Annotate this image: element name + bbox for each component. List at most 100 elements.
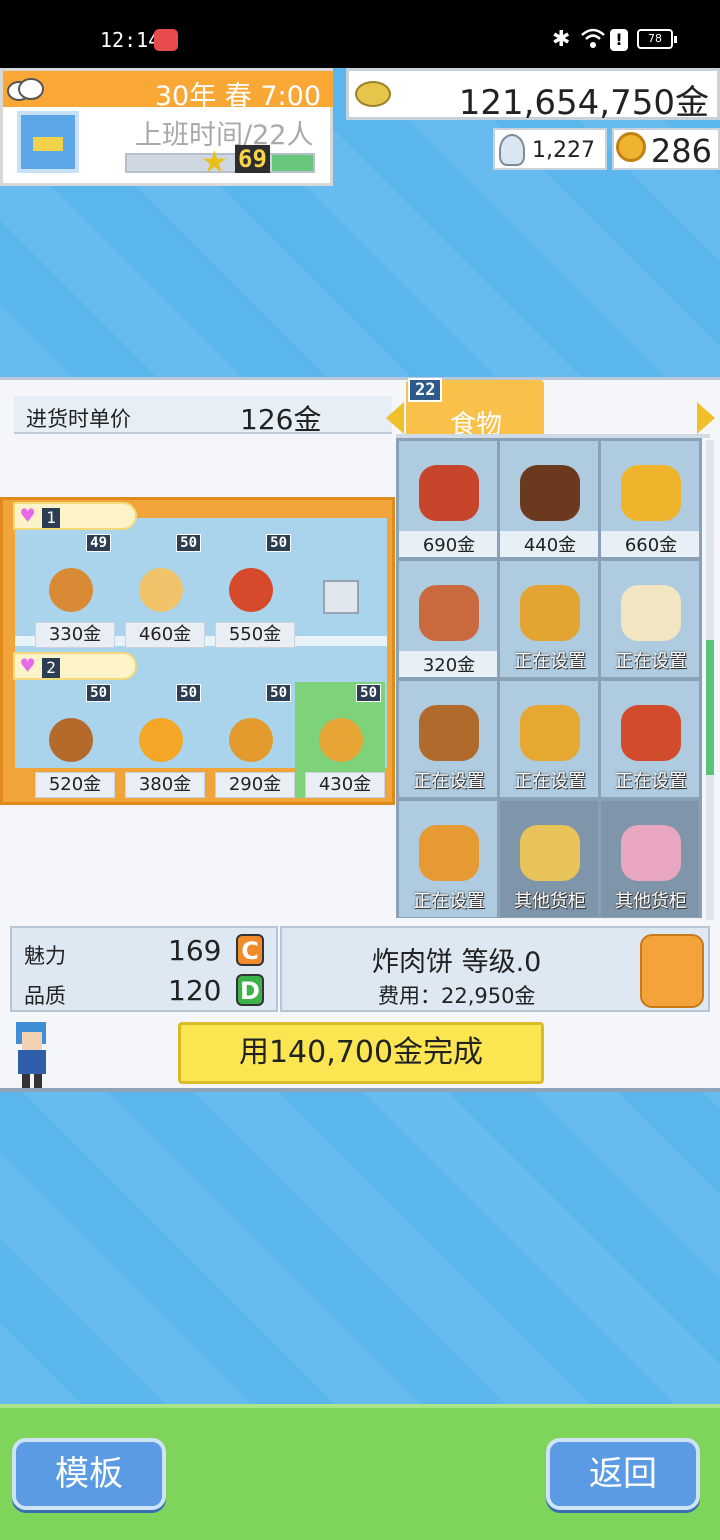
goods-item[interactable]: 正在设置 bbox=[600, 680, 700, 798]
goods-item[interactable]: 正在设置 bbox=[398, 680, 498, 798]
money-panel: 121,654,750金 bbox=[346, 68, 720, 123]
goods-label: 正在设置 bbox=[514, 771, 586, 792]
goods-label: 正在设置 bbox=[413, 891, 485, 912]
goods-item[interactable]: 正在设置 bbox=[398, 800, 498, 918]
unit-price-value: 126金 bbox=[240, 403, 322, 436]
snack-box-icon bbox=[621, 825, 681, 881]
quality-value: 120 bbox=[168, 974, 222, 1007]
quality-grade-badge: D bbox=[236, 974, 264, 1006]
goods-item[interactable]: 其他货柜 bbox=[600, 800, 700, 918]
store-level: 69 bbox=[235, 145, 270, 173]
goods-item[interactable]: 正在设置 bbox=[600, 560, 700, 678]
unit-price-bar: 进货时单价 126金 bbox=[14, 396, 392, 436]
display-shelf: ♥1 ♥2 49 330金 50 460金 50 550金 50 520金 bbox=[0, 497, 395, 805]
croquette-icon bbox=[229, 718, 273, 762]
battery-icon: 78 bbox=[637, 29, 677, 49]
research-points-panel: 1,227 bbox=[493, 128, 607, 170]
goods-label: 660金 bbox=[601, 531, 699, 557]
slot-price: 430金 bbox=[305, 772, 385, 798]
research-points-value: 1,227 bbox=[532, 138, 595, 163]
app-notification-icon bbox=[154, 29, 178, 51]
game-date: 30年 春 7:00 bbox=[154, 81, 321, 112]
spring-roll-icon bbox=[419, 705, 479, 761]
clerk-character-icon bbox=[16, 1022, 46, 1088]
fried-chicken-bucket-icon bbox=[621, 705, 681, 761]
store-info-panel[interactable]: 30年 春 7:00 上班时间/22人 ★ 69 bbox=[0, 68, 333, 186]
slot-price: 330金 bbox=[35, 622, 115, 648]
template-button[interactable]: 模板 bbox=[12, 1438, 166, 1510]
tab-category[interactable]: 22 食物 bbox=[406, 378, 544, 440]
shelf-slot[interactable]: 50 290金 bbox=[205, 682, 295, 798]
slot-price: 460金 bbox=[125, 622, 205, 648]
yakisoba-icon bbox=[419, 465, 479, 521]
slot-price: 550金 bbox=[215, 622, 295, 648]
shelf-slot[interactable]: 49 330金 bbox=[25, 532, 115, 648]
slot-stock: 50 bbox=[176, 684, 201, 702]
shelf-slot[interactable]: 50 460金 bbox=[115, 532, 205, 648]
goods-label: 320金 bbox=[399, 651, 497, 677]
goods-item[interactable]: 440金 bbox=[499, 440, 599, 558]
goods-scrollbar-thumb[interactable] bbox=[706, 640, 714, 775]
shelf-row-tag: ♥ 2 bbox=[13, 652, 137, 680]
item-info-panel: 炸肉饼 等级.0 费用：22,950金 bbox=[280, 926, 710, 1012]
shelf-slot[interactable]: 50 380金 bbox=[115, 682, 205, 798]
alert-icon: ! bbox=[610, 29, 628, 51]
goods-item[interactable]: 320金 bbox=[398, 560, 498, 678]
store-thumbnail-icon bbox=[17, 111, 79, 173]
slot-stock: 50 bbox=[86, 684, 111, 702]
corn-icon bbox=[621, 465, 681, 521]
stats-panel: 魅力 169 C 品质 120 D bbox=[10, 926, 278, 1012]
fries-box-icon bbox=[139, 718, 183, 762]
slot-stock: 50 bbox=[356, 684, 381, 702]
item-cost: 费用：22,950金 bbox=[378, 984, 536, 1008]
charm-value: 169 bbox=[168, 934, 222, 967]
chestnut-icon bbox=[520, 465, 580, 521]
goods-label: 正在设置 bbox=[514, 651, 586, 672]
fries-box-icon bbox=[520, 585, 580, 641]
complete-with-gold-button[interactable]: 用140,700金完成 bbox=[178, 1022, 544, 1084]
category-count-badge: 22 bbox=[408, 378, 443, 402]
spring-roll-icon bbox=[49, 718, 93, 762]
goods-item[interactable]: 690金 bbox=[398, 440, 498, 558]
slot-stock: 49 bbox=[86, 534, 111, 552]
charm-label: 魅力 bbox=[24, 944, 66, 968]
back-button[interactable]: 返回 bbox=[546, 1438, 700, 1510]
bottom-bar: 模板 返回 bbox=[0, 1404, 720, 1540]
money-value: 121,654,750金 bbox=[458, 83, 709, 123]
status-bar: 12:14 ✱ ! 78 bbox=[0, 0, 720, 68]
goods-grid: 690金 440金 660金 320金 正在设置 正在设置 正在设置 正在设置 … bbox=[396, 438, 702, 918]
slot-price: 290金 bbox=[215, 772, 295, 798]
goods-item[interactable]: 正在设置 bbox=[499, 680, 599, 798]
empty-shelf-slot[interactable] bbox=[295, 532, 385, 648]
croquette-icon bbox=[419, 825, 479, 881]
fried-chicken-bucket-icon bbox=[229, 568, 273, 612]
shelf-slot-selected[interactable]: 50 430金 bbox=[295, 682, 385, 798]
popcorn-icon bbox=[139, 568, 183, 612]
goods-label: 440金 bbox=[500, 531, 598, 557]
corn-dog-icon bbox=[49, 568, 93, 612]
row-number: 1 bbox=[42, 508, 60, 528]
level-progress-fill bbox=[272, 155, 313, 171]
slot-stock: 50 bbox=[266, 684, 291, 702]
goods-item[interactable]: 正在设置 bbox=[499, 560, 599, 678]
medals-value: 286 bbox=[650, 132, 712, 170]
goods-label: 正在设置 bbox=[615, 771, 687, 792]
item-name: 炸肉饼 等级.0 bbox=[372, 947, 542, 978]
medal-icon bbox=[616, 132, 646, 162]
goods-label: 其他货柜 bbox=[514, 891, 586, 912]
cloud-weather-icon bbox=[7, 78, 44, 101]
shelf-slot[interactable]: 50 520金 bbox=[25, 682, 115, 798]
goods-item[interactable]: 660金 bbox=[600, 440, 700, 558]
category-next-arrow-icon[interactable] bbox=[697, 402, 715, 434]
shelf-slot[interactable]: 50 550金 bbox=[205, 532, 295, 648]
slot-stock: 50 bbox=[266, 534, 291, 552]
goods-item[interactable]: 其他货柜 bbox=[499, 800, 599, 918]
lightbulb-icon bbox=[499, 134, 525, 166]
slot-price: 520金 bbox=[35, 772, 115, 798]
goods-label: 正在设置 bbox=[615, 651, 687, 672]
slot-stock: 50 bbox=[176, 534, 201, 552]
curry-bread-icon bbox=[520, 825, 580, 881]
category-prev-arrow-icon[interactable] bbox=[386, 402, 404, 434]
charm-grade-badge: C bbox=[236, 934, 264, 966]
wifi-icon bbox=[581, 28, 605, 48]
